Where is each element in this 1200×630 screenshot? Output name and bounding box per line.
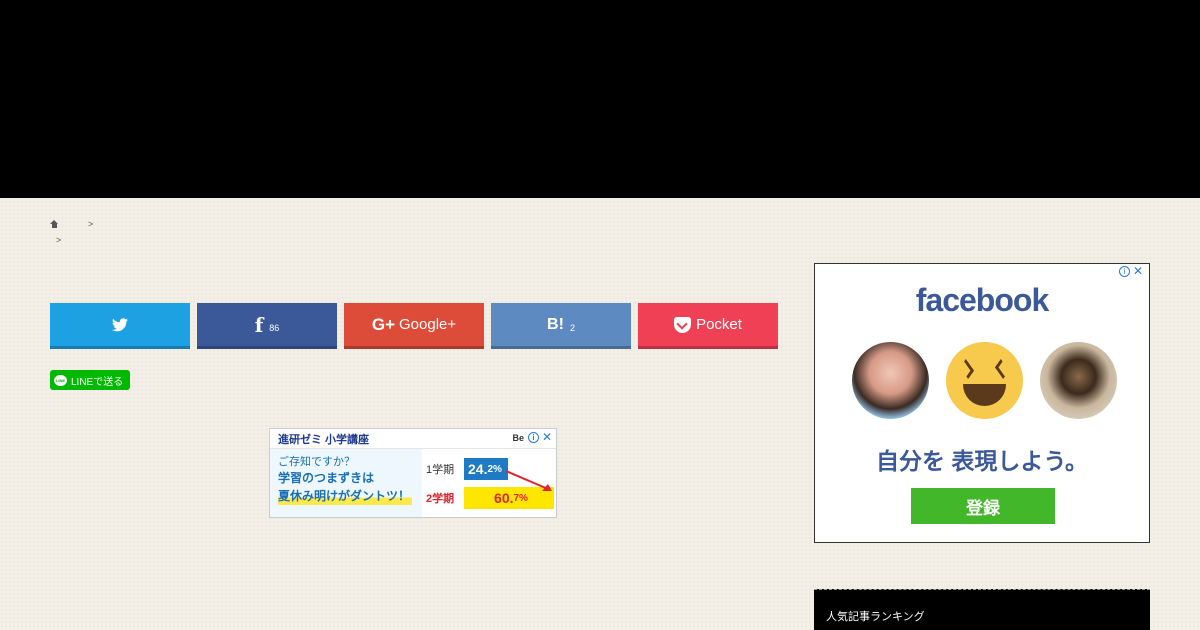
fb-ad-close-icon[interactable]: ✕ (1133, 265, 1143, 277)
google-plus-label: Google+ (399, 316, 457, 333)
share-buttons: f 86 G+ Google+ B! 2 Pocket (50, 303, 785, 349)
sidebar-widget-title: 人気記事ランキング (826, 611, 925, 623)
pocket-label: Pocket (696, 316, 742, 333)
ad-close-icon[interactable]: ✕ (542, 431, 552, 443)
line-share-button[interactable]: LINE LINEで送る (50, 370, 130, 390)
breadcrumb-separator: > (56, 235, 62, 245)
laughing-emoji-icon (946, 342, 1023, 419)
term1-label: 1学期 (426, 464, 455, 476)
line-icon: LINE (54, 374, 67, 386)
term1-value: 24. 2% (464, 458, 508, 480)
google-plus-icon: G+ (371, 314, 395, 334)
hatena-bookmark-button[interactable]: B! 2 (491, 303, 631, 349)
ad-headline-1: 学習のつまずきは (278, 471, 375, 485)
hatena-count: 2 (569, 322, 575, 333)
google-plus-share-button[interactable]: G+ Google+ (344, 303, 484, 349)
ad-banner-title: 進研ゼミ 小学講座 (278, 433, 370, 446)
facebook-f-icon: f (254, 312, 264, 337)
ad-banner-shinken[interactable]: 進研ゼミ 小学講座 Be i ✕ ご存知ですか？ 学習のつまずきは 夏休み明けが… (269, 428, 557, 518)
sidebar-widget: 人気記事ランキング (814, 589, 1150, 630)
pocket-icon (674, 316, 692, 333)
fb-ad-info-icon[interactable]: i (1118, 266, 1130, 277)
twitter-bird-icon (112, 317, 128, 331)
facebook-tagline: 自分を 表現しよう。 (875, 448, 1088, 474)
facebook-ad[interactable]: i ✕ facebook 自分を 表現しよう。 登録 (814, 263, 1150, 543)
home-icon[interactable] (50, 219, 59, 229)
pocket-save-button[interactable]: Pocket (638, 303, 778, 349)
ad-info-icon[interactable]: i (527, 432, 539, 443)
dog-photo (1040, 342, 1117, 419)
ad-question: ご存知ですか？ (278, 456, 355, 468)
woman-photo (852, 342, 929, 419)
facebook-logo: facebook (915, 282, 1049, 318)
breadcrumb: > > (50, 218, 93, 246)
breadcrumb-separator: > (88, 219, 94, 229)
increase-arrow-icon (505, 470, 552, 491)
facebook-register-button[interactable]: 登録 (911, 488, 1055, 524)
facebook-share-button[interactable]: f 86 (197, 303, 337, 349)
ad-headline-2: 夏休み明けがダントツ！ (278, 488, 413, 505)
facebook-share-count: 86 (269, 322, 280, 333)
header-banner (0, 0, 1200, 198)
ad-brand-logo: Be (512, 433, 524, 443)
twitter-share-button[interactable] (50, 303, 190, 349)
term2-label: 2学期 (426, 493, 455, 505)
hatena-label: B! (547, 315, 564, 333)
line-share-label: LINEで送る (71, 376, 124, 388)
